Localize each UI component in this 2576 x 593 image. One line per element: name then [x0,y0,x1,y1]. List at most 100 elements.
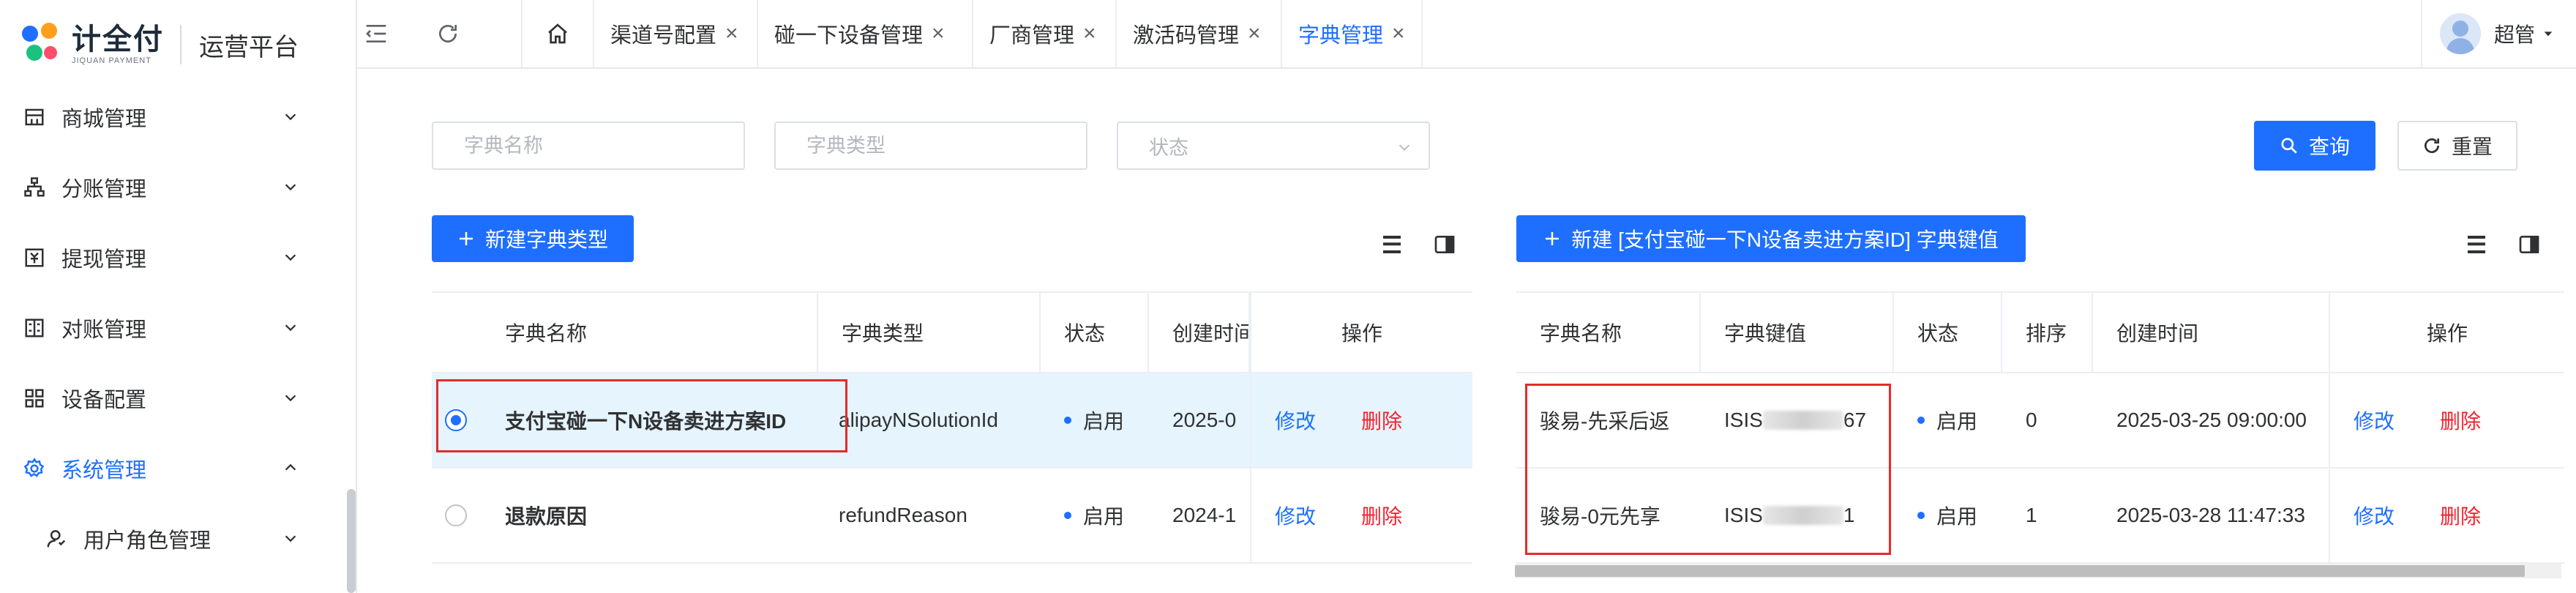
sidebar-scrollbar[interactable] [347,489,356,593]
tab-activation-code[interactable]: 激活码管理 × [1115,0,1277,67]
dict-name-cell: 支付宝碰一下N设备卖进方案ID [505,410,787,433]
sidebar: 计全付 JIQUAN PAYMENT 运营平台 商城管理 分账管理 提现管理 对… [0,0,357,593]
reset-button[interactable]: 重置 [2397,121,2517,171]
dict-key-suffix: 1 [1843,504,1855,526]
chevron-up-icon [285,463,296,471]
table-row[interactable]: 骏易-0元先享 ISIS 1 启用 1 2025-03-28 11:47:33 修… [1516,469,2564,564]
delete-link[interactable]: 删除 [1361,406,1402,435]
sidebar-item-withdraw[interactable]: 提现管理 [0,223,344,293]
edit-link[interactable]: 修改 [2354,501,2395,530]
row-radio[interactable] [445,409,467,431]
delete-link[interactable]: 删除 [1361,501,1402,530]
user-menu[interactable]: 超管 [2420,0,2554,67]
status-text: 启用 [1083,505,1125,528]
edit-link[interactable]: 修改 [1275,501,1316,530]
row-radio[interactable] [445,504,467,526]
close-icon[interactable]: × [1083,23,1096,45]
density-icon[interactable] [2465,233,2488,256]
close-icon[interactable]: × [932,23,945,45]
edit-link[interactable]: 修改 [2354,406,2395,435]
scrollbar-thumb[interactable] [1515,565,2525,577]
actions-cell: 修改 删除 [2329,469,2564,562]
add-dict-key-button[interactable]: 新建 [支付宝碰一下N设备卖进方案ID] 字典键值 [1516,215,2026,262]
actions-cell: 修改 删除 [1250,373,1472,467]
close-icon[interactable]: × [725,23,738,45]
table-header: 字典名称 字典键值 状态 排序 创建时间 操作 [1516,293,2564,373]
dict-name-cell: 退款原因 [505,505,588,528]
menu-fold-icon [366,25,386,42]
column-settings-icon[interactable] [2517,233,2541,256]
redacted-value [1762,411,1843,430]
dict-type-input[interactable] [774,122,1087,170]
dict-key-prefix: ISIS [1724,409,1763,431]
edit-link[interactable]: 修改 [1275,406,1316,435]
close-icon[interactable]: × [1248,23,1261,45]
tab-label: 渠道号配置 [610,24,717,48]
dict-name-cell: 骏易-0元先享 [1540,505,1660,528]
column-header: 状态 [1041,293,1149,372]
status-text: 启用 [1083,410,1125,433]
row-select-cell [432,373,505,467]
dict-type-cell: alipayNSolutionId [839,409,998,431]
refresh-icon [439,25,457,42]
dict-name-cell: 骏易-先采后返 [1540,410,1670,433]
tab-label: 厂商管理 [989,24,1075,48]
row-select-cell [432,469,505,562]
tab-vendor-manage[interactable]: 厂商管理 × [972,0,1112,67]
density-icon[interactable] [1380,233,1404,256]
sidebar-item-user-role[interactable]: 用户角色管理 [0,504,344,574]
tab-device-manage[interactable]: 碰一下设备管理 × [757,0,961,67]
close-icon[interactable]: × [1392,23,1405,45]
query-button[interactable]: 查询 [2254,121,2375,171]
select-column-header [432,293,505,372]
sort-cell: 1 [2026,504,2037,526]
column-settings-icon[interactable] [1433,233,1456,256]
collapse-sidebar-button[interactable] [357,0,395,67]
dict-name-input[interactable] [432,122,745,170]
actions-cell: 修改 删除 [1250,469,1472,562]
app-root: 计全付 JIQUAN PAYMENT 运营平台 商城管理 分账管理 提现管理 对… [0,0,2576,593]
reset-label: 重置 [2451,135,2493,158]
redacted-value [1762,506,1843,525]
add-dict-type-button[interactable]: 新建字典类型 [432,215,634,262]
delete-link[interactable]: 删除 [2440,501,2481,530]
status-select[interactable]: 状态 [1117,122,1430,170]
chevron-down-icon [285,184,296,191]
sidebar-item-device-config[interactable]: 设备配置 [0,363,344,433]
table-header: 字典名称 字典类型 状态 创建时间 操作 [432,293,1472,373]
sidebar-item-shop[interactable]: 商城管理 [0,82,344,152]
table-row[interactable]: 支付宝碰一下N设备卖进方案ID alipayNSolutionId 启用 202… [432,373,1472,469]
tab-bar: 渠道号配置 × 碰一下设备管理 × 厂商管理 × 激活码管理 × 字典管理 × … [357,0,2576,69]
status-cell: 启用 [1041,373,1149,467]
status-cell: 启用 [1894,469,2002,562]
sidebar-item-system[interactable]: 系统管理 [0,433,344,504]
add-dict-type-label: 新建字典类型 [484,228,608,251]
dict-key-cell: ISIS 67 [1701,373,1894,467]
chevron-down-icon [285,395,296,402]
table-row[interactable]: 退款原因 refundReason 启用 2024-1 修改 删除 [432,469,1472,564]
sidebar-item-label: 提现管理 [61,248,147,272]
created-time-cell: 2025-03-28 11:47:33 [2116,504,2305,526]
column-header: 排序 [2002,293,2093,372]
dict-key-cell: ISIS 1 [1701,469,1894,562]
tab-dictionary[interactable]: 字典管理 × [1281,0,1423,67]
refresh-icon [2422,136,2441,155]
column-header: 操作 [1250,293,1472,372]
horizontal-scrollbar[interactable] [1515,564,2561,578]
chevron-down-icon [285,535,296,542]
grid-icon [23,387,45,409]
add-dict-key-label: 新建 [支付宝碰一下N设备卖进方案ID] 字典键值 [1571,228,1999,251]
org-chart-icon [23,176,45,198]
shop-icon [23,106,45,128]
tab-channel-config[interactable]: 渠道号配置 × [593,0,755,67]
refresh-button[interactable] [427,0,468,67]
sidebar-item-reconcile[interactable]: 对账管理 [0,293,344,363]
withdraw-icon [23,247,45,269]
sidebar-item-split[interactable]: 分账管理 [0,152,344,223]
tab-home[interactable] [521,0,593,67]
sidebar-item-label: 用户角色管理 [83,529,211,553]
delete-link[interactable]: 删除 [2440,406,2481,435]
column-header: 字典类型 [818,293,1041,372]
column-header: 状态 [1894,293,2002,372]
table-row[interactable]: 骏易-先采后返 ISIS 67 启用 0 2025-03-25 09:00:00 … [1516,373,2564,469]
